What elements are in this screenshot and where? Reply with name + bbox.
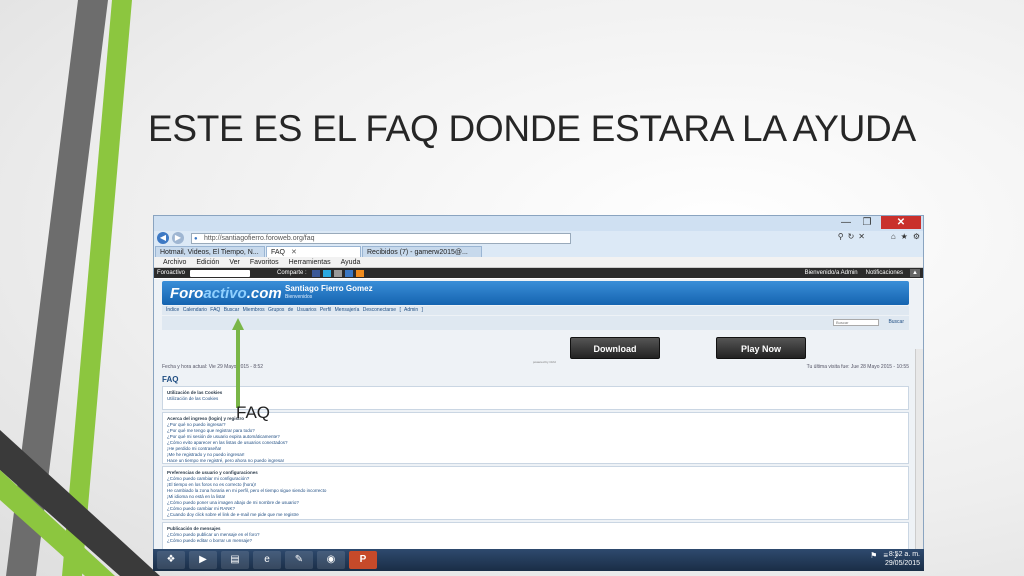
clock-date: 29/05/2015	[884, 560, 920, 567]
collapse-icon[interactable]: ▲	[910, 269, 920, 277]
minimize-icon[interactable]: —	[837, 216, 855, 229]
clock[interactable]: 8:52 a. m. 29/05/2015	[885, 550, 920, 568]
faq-link[interactable]: ¿Cuando doy click sobre el link de e-mai…	[167, 512, 904, 518]
menu-ayuda[interactable]: Ayuda	[341, 257, 361, 267]
menu-ver[interactable]: Ver	[229, 257, 240, 267]
tab-bar: Hotmail, Videos, El Tiempo, N... FAQ ✕ Re…	[154, 245, 923, 257]
forum-search-row: Buscar Buscar	[162, 316, 909, 330]
logo-part: .com	[246, 285, 282, 302]
download-button[interactable]: Download	[570, 337, 660, 359]
site-subtitle: Bienvenidos	[285, 294, 313, 300]
address-tools: ⚲ ↻ ✕	[838, 232, 865, 241]
start-icon[interactable]: ❖	[157, 551, 185, 569]
close-icon[interactable]: ✕	[881, 216, 921, 229]
welcome-text[interactable]: Bienvenido/a Admin	[805, 268, 858, 278]
forumactif-toolbar: Foroactivo Comparte : Bienvenido/a Admin…	[154, 268, 923, 278]
social-icons	[311, 269, 364, 277]
play-now-button[interactable]: Play Now	[716, 337, 806, 359]
toolbar-search-input[interactable]	[190, 269, 251, 277]
forum-nav[interactable]: Índice Calendario FAQ Buscar Miembros Gr…	[162, 306, 909, 315]
search-icon[interactable]: ⚲	[838, 232, 844, 241]
digg-icon[interactable]	[333, 269, 342, 277]
logo-part: Foro	[170, 285, 204, 302]
facebook-icon[interactable]	[311, 269, 320, 277]
twitter-icon[interactable]	[322, 269, 331, 277]
menu-archivo[interactable]: Archivo	[163, 257, 186, 267]
windows-taskbar: ❖ ▶ ▤ e ✎ ◉ P ⚑ ≡ ♪ 8:52 a. m. 29/05/201…	[153, 549, 924, 571]
tab-close-icon[interactable]: ✕	[291, 249, 297, 256]
toolbar-brand[interactable]: Foroactivo	[157, 268, 185, 278]
folder-icon[interactable]: ▤	[221, 551, 249, 569]
browser-screenshot: — ❐ ✕ ◀ ▶ http://santiagofierro.foroweb.…	[153, 215, 924, 571]
share-icon[interactable]	[344, 269, 353, 277]
paint-icon[interactable]: ✎	[285, 551, 313, 569]
clock-time: 8:52 a. m.	[888, 551, 920, 558]
forum-page: Foroactivo.com Santiago Fierro Gomez Bie…	[154, 279, 923, 570]
forum-banner: Foroactivo.com Santiago Fierro Gomez Bie…	[162, 281, 909, 305]
browser-icons: ⌂ ★ ⚙	[891, 232, 920, 241]
notifications-link[interactable]: Notificaciones	[866, 268, 903, 278]
forward-icon[interactable]: ▶	[172, 232, 184, 244]
toolbar-share-label: Comparte :	[277, 270, 307, 276]
site-name: Santiago Fierro Gomez	[285, 284, 373, 293]
faq-link[interactable]: Utilización de las Cookies	[167, 396, 904, 402]
gear-icon[interactable]: ⚙	[913, 232, 920, 241]
maximize-icon[interactable]: ❐	[857, 216, 877, 229]
last-visit: Tu última visita fue: Jue 28 Mayo 2015 -…	[806, 364, 909, 370]
chrome-icon[interactable]: ◉	[317, 551, 345, 569]
faq-panel-cookies: Utilización de las Cookies Utilización d…	[162, 386, 909, 410]
forum-logo[interactable]: Foroactivo.com	[170, 285, 282, 302]
menu-favoritos[interactable]: Favoritos	[250, 257, 279, 267]
tab-label: Recibidos (7) - gamerw2015@...	[367, 249, 468, 256]
address-bar: ◀ ▶ http://santiagofierro.foroweb.org/fa…	[154, 231, 923, 245]
tab-faq[interactable]: FAQ ✕	[266, 246, 361, 257]
faq-heading: FAQ	[162, 375, 179, 384]
menu-edicion[interactable]: Edición	[196, 257, 219, 267]
media-player-icon[interactable]: ▶	[189, 551, 217, 569]
faq-panel-login: Acerca del ingreso (login) y registro ¿P…	[162, 412, 909, 464]
toolbar-right: Bienvenido/a Admin Notificaciones	[805, 268, 903, 278]
favorites-icon[interactable]: ★	[901, 232, 908, 241]
tab-label: Hotmail, Videos, El Tiempo, N...	[160, 249, 259, 256]
menu-herramientas[interactable]: Herramientas	[289, 257, 331, 267]
rss-icon[interactable]	[355, 269, 364, 277]
annotation-label: FAQ	[236, 403, 271, 422]
slide-title: ESTE ES EL FAQ DONDE ESTARA LA AYUDA	[148, 108, 916, 149]
faq-panel-posting: Publicación de mensajes ¿Cómo puedo publ…	[162, 522, 909, 552]
tab-label: FAQ	[271, 249, 286, 256]
powered-text: powered by Ctrld	[533, 360, 556, 364]
home-icon[interactable]: ⌂	[891, 232, 896, 241]
refresh-icon[interactable]: ↻	[848, 232, 855, 241]
faq-panel-preferences: Preferencias de usuario y configuracione…	[162, 466, 909, 520]
logo-part: activo	[203, 285, 247, 302]
back-icon[interactable]: ◀	[157, 232, 169, 244]
forum-search-button[interactable]: Buscar	[888, 319, 904, 325]
window-titlebar: — ❐ ✕	[154, 216, 923, 231]
forum-search-input[interactable]: Buscar	[833, 319, 879, 326]
powerpoint-icon[interactable]: P	[349, 551, 377, 569]
stop-icon[interactable]: ✕	[858, 232, 865, 241]
flag-icon[interactable]: ⚑	[870, 551, 877, 560]
faq-link[interactable]: ¿Cómo puedo editar o borrar un mensaje?	[167, 538, 904, 544]
scrollbar[interactable]	[915, 349, 923, 549]
current-date: Fecha y hora actual: Vie 29 Mayo 2015 - …	[162, 364, 264, 370]
tab-gmail[interactable]: Recibidos (7) - gamerw2015@...	[362, 246, 482, 257]
url-field[interactable]: http://santiagofierro.foroweb.org/faq	[191, 232, 571, 244]
faq-link[interactable]: Hace un tiempo me registré, pero ahora n…	[167, 458, 904, 464]
menu-bar: Archivo Edición Ver Favoritos Herramient…	[154, 257, 923, 268]
tab-hotmail[interactable]: Hotmail, Videos, El Tiempo, N...	[155, 246, 265, 257]
internet-explorer-icon[interactable]: e	[253, 551, 281, 569]
annotation-arrow-icon	[232, 318, 244, 408]
